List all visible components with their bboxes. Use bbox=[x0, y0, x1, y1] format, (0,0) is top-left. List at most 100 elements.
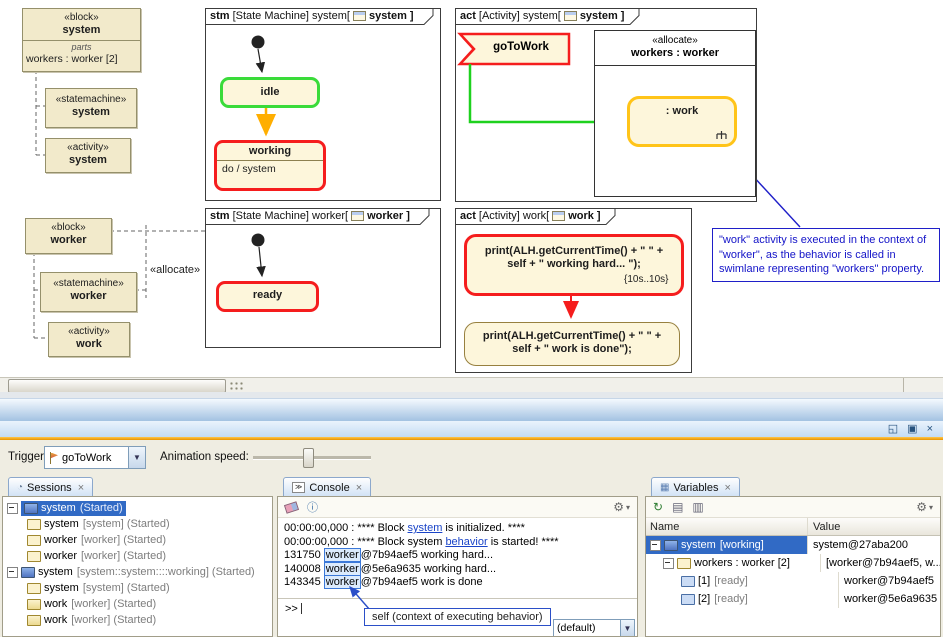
session-row[interactable]: system [system::system::::working] (Star… bbox=[3, 564, 272, 580]
statemachine-icon bbox=[27, 551, 41, 562]
instance-icon bbox=[681, 576, 695, 587]
info-icon[interactable]: ⓘ bbox=[307, 499, 318, 515]
action-work-done[interactable]: print(ALH.getCurrentTime() + " " + self … bbox=[464, 322, 680, 366]
simulation-toolbar: Trigger: goToWork ▼ Animation speed: bbox=[0, 440, 943, 477]
variable-row[interactable]: workers : worker [2] [worker@7b94aef5, w… bbox=[646, 554, 940, 572]
collapse-toggle-icon[interactable] bbox=[650, 540, 661, 551]
tab-sessions[interactable]: ◔ Sessions × bbox=[8, 477, 93, 497]
compartment-divider bbox=[23, 40, 140, 41]
diagram-canvas[interactable]: «block» system parts workers : worker [2… bbox=[0, 0, 943, 377]
diagram-icon bbox=[564, 11, 577, 21]
state-ready[interactable]: ready bbox=[216, 281, 319, 312]
animation-speed-slider-thumb[interactable] bbox=[303, 448, 314, 468]
object-reference[interactable]: worker bbox=[324, 548, 361, 562]
splitter-grip[interactable] bbox=[229, 381, 245, 390]
session-row[interactable]: worker [worker] (Started) bbox=[3, 532, 272, 548]
statemachine-worker-element[interactable]: «statemachine» worker bbox=[40, 272, 137, 312]
action-working-hard[interactable]: print(ALH.getCurrentTime() + " " + self … bbox=[464, 234, 684, 296]
export-icon[interactable]: ▤ bbox=[672, 500, 683, 514]
state-working[interactable]: working do / system bbox=[214, 140, 326, 191]
object-reference[interactable]: worker bbox=[324, 562, 361, 576]
gear-icon[interactable]: ⚙ bbox=[613, 500, 624, 514]
selected-session[interactable]: system (Started) bbox=[21, 501, 126, 516]
block-system-element[interactable]: «block» system parts workers : worker [2… bbox=[22, 8, 141, 72]
allocate-dependency-label: «allocate» bbox=[150, 264, 200, 276]
console-body: ⓘ ⚙ ▾ 00:00:00,000 : **** Block system i… bbox=[277, 496, 638, 637]
collapse-toggle-icon[interactable] bbox=[663, 558, 674, 569]
sessions-tree[interactable]: system (Started) system [system] (Starte… bbox=[2, 496, 273, 637]
close-panel-icon[interactable]: × bbox=[927, 422, 933, 436]
variables-icon: ▦ bbox=[660, 483, 669, 493]
tab-console[interactable]: ≫ Console × bbox=[283, 477, 371, 497]
call-behavior-action-work[interactable]: : work bbox=[627, 96, 737, 147]
activity-icon bbox=[27, 615, 41, 626]
computer-icon bbox=[24, 503, 38, 514]
session-row[interactable]: system [system] (Started) bbox=[3, 516, 272, 532]
text-caret bbox=[301, 603, 302, 614]
clear-console-icon[interactable] bbox=[284, 501, 299, 514]
collapse-toggle-icon[interactable] bbox=[7, 567, 18, 578]
chevron-down-icon: ▼ bbox=[624, 624, 632, 633]
statemachine-icon bbox=[27, 535, 41, 546]
pin-icon[interactable]: ▣ bbox=[907, 422, 917, 436]
chevron-down-icon[interactable]: ▾ bbox=[626, 503, 630, 512]
object-link[interactable]: system bbox=[408, 522, 443, 534]
scrollbar-thumb[interactable] bbox=[8, 379, 226, 393]
object-link[interactable]: behavior bbox=[445, 536, 487, 548]
session-row[interactable]: work [worker] (Started) bbox=[3, 596, 272, 612]
sessions-panel: ◔ Sessions × system (Started) system [sy… bbox=[2, 477, 273, 637]
sessions-icon: ◔ bbox=[17, 483, 23, 493]
close-icon[interactable]: × bbox=[356, 482, 362, 494]
frame-header-stm-worker: stm[State Machine] worker[ worker ] bbox=[210, 210, 410, 222]
frame-stm-worker[interactable] bbox=[205, 208, 441, 348]
state-idle[interactable]: idle bbox=[220, 77, 320, 108]
restore-window-icon[interactable]: ◱ bbox=[888, 422, 898, 436]
collapse-toggle-icon[interactable] bbox=[7, 503, 18, 514]
animation-speed-label: Animation speed: bbox=[160, 451, 249, 463]
chevron-down-icon[interactable]: ▾ bbox=[929, 503, 933, 512]
comment-note[interactable]: "work" activity is executed in the conte… bbox=[712, 228, 940, 282]
column-header-name[interactable]: Name bbox=[646, 518, 808, 535]
refresh-icon[interactable]: ↻ bbox=[653, 500, 663, 514]
horizontal-scrollbar[interactable] bbox=[0, 377, 943, 393]
variables-table-header: Name Value bbox=[646, 518, 940, 536]
gear-icon[interactable]: ⚙ bbox=[916, 500, 927, 514]
variable-row[interactable]: system [working] system@27aba200 bbox=[646, 536, 940, 554]
diagram-icon bbox=[351, 211, 364, 221]
language-combobox[interactable]: (default) ▼ bbox=[553, 619, 635, 637]
session-row[interactable]: system (Started) bbox=[3, 500, 272, 516]
diagram-icon bbox=[552, 211, 565, 221]
activity-system-element[interactable]: «activity» system bbox=[45, 138, 131, 173]
tab-variables[interactable]: ▦ Variables × bbox=[651, 477, 740, 497]
variable-row[interactable]: [2] [ready] worker@5e6a9635 bbox=[646, 590, 940, 608]
close-icon[interactable]: × bbox=[78, 482, 84, 494]
variables-body: ↻ ▤ ▥ ⚙ ▾ Name Value system [working] bbox=[645, 496, 941, 637]
block-worker-element[interactable]: «block» worker bbox=[25, 218, 112, 254]
statemachine-icon bbox=[27, 583, 41, 594]
console-toolbar: ⓘ ⚙ ▾ bbox=[278, 497, 637, 518]
rake-icon bbox=[715, 130, 728, 140]
variable-row[interactable]: [1] [ready] worker@7b94aef5 bbox=[646, 572, 940, 590]
import-icon[interactable]: ▥ bbox=[692, 500, 703, 514]
statemachine-icon bbox=[27, 519, 41, 530]
combo-dropdown-button[interactable]: ▼ bbox=[128, 447, 145, 468]
session-row[interactable]: work [worker] (Started) bbox=[3, 612, 272, 628]
column-header-value[interactable]: Value bbox=[808, 521, 940, 533]
signal-icon bbox=[48, 452, 59, 464]
console-icon: ≫ bbox=[292, 482, 305, 493]
instance-icon bbox=[681, 594, 695, 605]
variables-toolbar: ↻ ▤ ▥ ⚙ ▾ bbox=[646, 497, 940, 518]
combo-dropdown-button[interactable]: ▼ bbox=[620, 620, 634, 636]
activity-icon bbox=[27, 599, 41, 610]
swimlane-header: «allocate» workers : worker bbox=[595, 31, 755, 66]
diagram-icon bbox=[353, 11, 366, 21]
accept-event-label[interactable]: goToWork bbox=[481, 41, 561, 53]
session-row[interactable]: worker [worker] (Started) bbox=[3, 548, 272, 564]
close-icon[interactable]: × bbox=[725, 482, 731, 494]
statemachine-system-element[interactable]: «statemachine» system bbox=[45, 88, 137, 128]
collapsed-panel-bar[interactable] bbox=[0, 398, 943, 422]
panel-titlebar[interactable]: ◱ ▣ × bbox=[0, 421, 943, 438]
activity-work-element[interactable]: «activity» work bbox=[48, 322, 130, 357]
trigger-combobox[interactable]: goToWork ▼ bbox=[44, 446, 146, 469]
session-row[interactable]: system [system] (Started) bbox=[3, 580, 272, 596]
